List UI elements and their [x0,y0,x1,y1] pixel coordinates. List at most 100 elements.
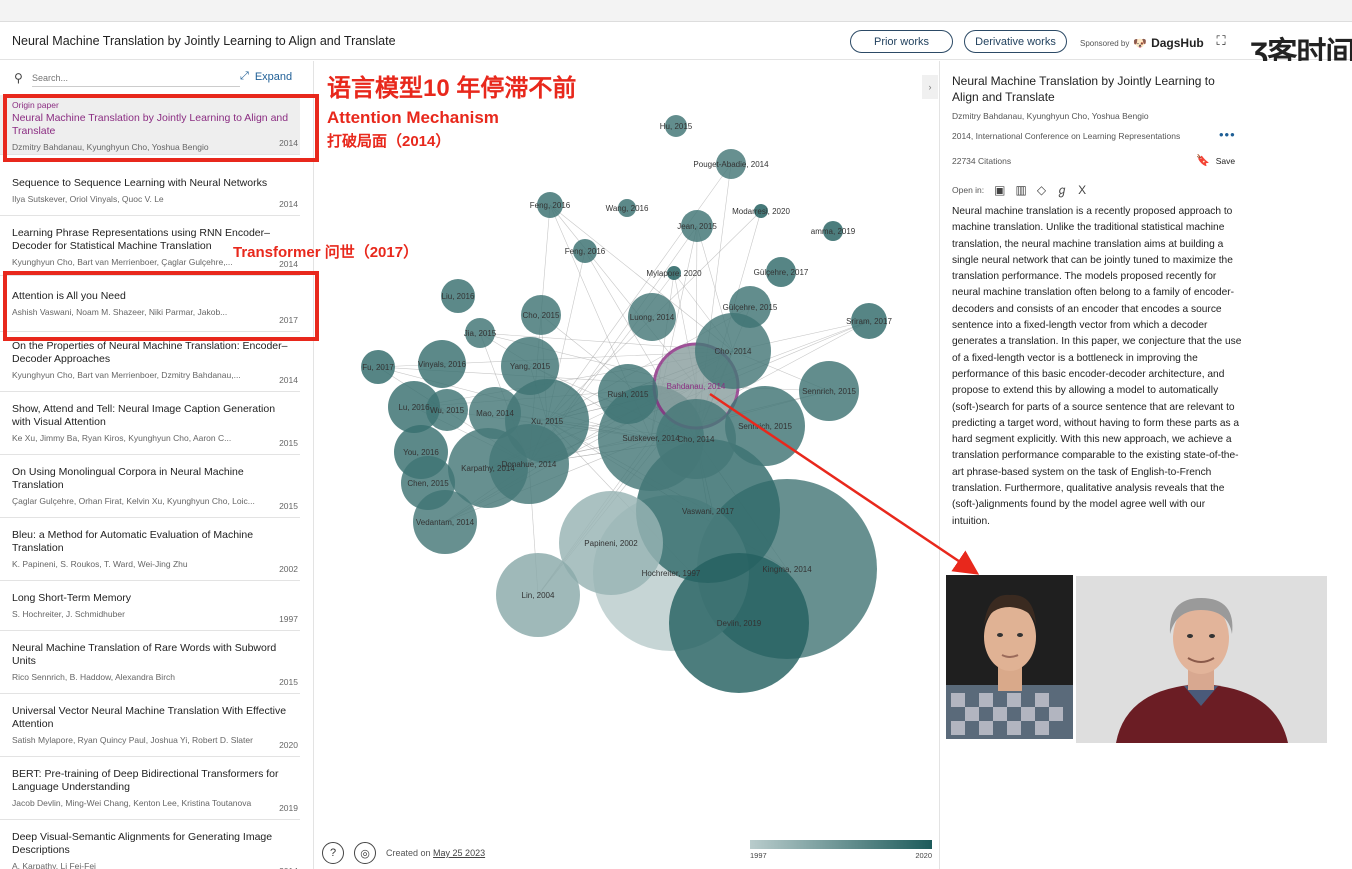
paper-authors: K. Papineni, S. Roukos, T. Ward, Wei-Jin… [12,559,188,569]
list-item[interactable]: Neural Machine Translation of Rare Words… [0,631,300,694]
paper-title: Deep Visual-Semantic Alignments for Gene… [12,831,273,856]
paper-year: 2015 [279,438,298,448]
graph-node-label: Vedantam, 2014 [416,518,475,527]
graph-node-label: Sutskever, 2014 [622,434,680,443]
graph-node-label: amma, 2019 [811,227,856,236]
expand-label: Expand [254,70,293,83]
graph-node-label: Rush, 2015 [608,390,649,399]
fullscreen-icon[interactable]: ⛶ [1214,34,1228,48]
paper-year: 2019 [279,803,298,813]
transformer-annotation: Transformer 问世（2017） [233,244,419,261]
paper-title: Bleu: a Method for Automatic Evaluation … [12,529,254,554]
pdf-icon[interactable]: ▣ [994,183,1005,197]
header-bar: Neural Machine Translation by Jointly Le… [0,22,1352,60]
search-bar: ⚲ ⤢ Expand [14,69,300,87]
graph-node-label: Xu, 2015 [531,417,564,426]
graph-node-label: Jean, 2015 [677,222,717,231]
search-input[interactable] [32,69,240,87]
paper-title: Long Short-Term Memory [12,592,132,604]
list-item[interactable]: BERT: Pre-training of Deep Bidirectional… [0,757,300,820]
headline-annotation: 语言模型10 年停滞不前 [327,75,577,102]
paper-authors: Ilya Sutskever, Oriol Vinyals, Quoc V. L… [12,194,164,204]
recenter-button[interactable]: ◎ [354,842,376,864]
graph-node-label: Gülçehre, 2015 [723,303,778,312]
detail-authors[interactable]: Dzmitry Bahdanau, Kyunghyun Cho, Yoshua … [952,111,1149,121]
graph-node-label: Cho, 2014 [678,435,715,444]
graph-node-label: Mao, 2014 [476,409,514,418]
graph-node-label: Papineni, 2002 [584,539,638,548]
graph-node-label: Sennrich, 2015 [802,387,856,396]
graph-node-label: Wang, 2016 [606,204,649,213]
citations-count: 22734 Citations [952,156,1012,166]
sponsored-by-label: Sponsored by [1080,38,1130,48]
graph-node-label: Feng, 2016 [530,201,571,210]
expand-icon: ⤢ [240,70,249,82]
list-item[interactable]: On the Properties of Neural Machine Tran… [0,332,300,392]
year-gradient-bar [750,840,932,849]
paper-year: 2015 [279,501,298,511]
detail-venue: 2014, International Conference on Learni… [952,131,1181,141]
graph-node-label: Gülçehre, 2017 [754,268,809,277]
created-date-link[interactable]: May 25 2023 [433,848,485,858]
legend-max-year: 2020 [915,851,932,860]
graph-node-label: Mylapore, 2020 [646,269,702,278]
list-item[interactable]: Sequence to Sequence Learning with Neura… [0,165,300,216]
list-item[interactable]: Bleu: a Method for Automatic Evaluation … [0,518,300,581]
list-item[interactable]: Show, Attend and Tell: Neural Image Capt… [0,392,300,455]
list-item[interactable]: Long Short-Term Memory S. Hochreiter, J.… [0,581,300,631]
paper-year: 2020 [279,740,298,750]
list-item[interactable]: Deep Visual-Semantic Alignments for Gene… [0,820,300,869]
paper-title: BERT: Pre-training of Deep Bidirectional… [12,768,279,793]
graph-node-label: Cho, 2014 [715,347,752,356]
paper-year: 2015 [279,677,298,687]
collapse-panel-icon[interactable]: › [922,75,938,99]
paper-title: Neural Machine Translation of Rare Words… [12,642,277,667]
paper-year: 2002 [279,564,298,574]
graph-node-label: Liu, 2016 [442,292,475,301]
citation-graph[interactable]: Hu, 2015 Pouget-Abadie, 2014 Feng, 2016 Wan… [315,61,938,869]
graph-nodes [361,115,887,693]
x-share-icon[interactable]: X [1078,183,1086,197]
dagshub-logo-icon: 🐶 [1133,37,1148,50]
graph-node-label: Devlin, 2019 [717,619,762,628]
list-item[interactable]: Universal Vector Neural Machine Translat… [0,694,300,757]
graph-node-label: Lin, 2004 [522,591,555,600]
graph-canvas[interactable]: Hu, 2015 Pouget-Abadie, 2014 Feng, 2016 Wan… [315,61,938,869]
list-item[interactable]: On Using Monolingual Corpora in Neural M… [0,455,300,518]
open-in-row: Open in: ▣ ▥ ◇ ℊ X [952,181,1086,198]
graph-node-label: Fu, 2017 [362,363,394,372]
graph-node-label: Hu, 2015 [660,122,693,131]
year-legend: 1997 2020 [750,840,932,860]
paper-year: 1997 [279,614,298,624]
save-label: Save [1215,155,1236,166]
derivative-works-button[interactable]: Derivative works [964,30,1067,53]
attention-year-annotation: 打破局面（2014） [327,133,451,150]
detail-abstract: Neural machine translation is a recently… [952,206,1242,527]
more-options-icon[interactable]: ••• [1219,127,1236,142]
save-button[interactable]: 🔖 Save [1196,154,1235,167]
graph-node-label: Karpathy, 2014 [461,464,515,473]
paper-title: Universal Vector Neural Machine Translat… [12,705,287,730]
paper-title: Sequence to Sequence Learning with Neura… [12,177,268,189]
barcode-icon[interactable]: ▥ [1015,183,1026,197]
graph-node-label: Hochreiter, 1997 [642,569,701,578]
graph-node-label: Lu, 2016 [398,403,430,412]
paper-authors: A. Karpathy, Li Fei-Fei [12,861,96,869]
target-icon: ◎ [360,847,370,860]
graph-node-label: You, 2016 [403,448,439,457]
paper-authors: Ke Xu, Jimmy Ba, Ryan Kiros, Kyunghyun C… [12,433,232,443]
graph-node-label: Yang, 2015 [510,362,551,371]
created-prefix: Created on [386,848,431,858]
semantic-scholar-icon[interactable]: ◇ [1037,183,1046,197]
paper-authors: Rico Sennrich, B. Haddow, Alexandra Birc… [12,672,176,682]
help-button[interactable]: ? [322,842,344,864]
sponsor[interactable]: Sponsored by 🐶 DagsHub [1080,36,1204,50]
search-icon: ⚲ [14,71,23,85]
google-scholar-icon[interactable]: ℊ [1056,181,1068,198]
graph-node-label: Vinyals, 2016 [418,360,466,369]
origin-paper-highlight [3,94,319,162]
expand-button[interactable]: ⤢ Expand [240,70,292,83]
prior-works-button[interactable]: Prior works [850,30,953,53]
graph-node-label: Kingma, 2014 [762,565,812,574]
graph-node-label: Chen, 2015 [407,479,449,488]
